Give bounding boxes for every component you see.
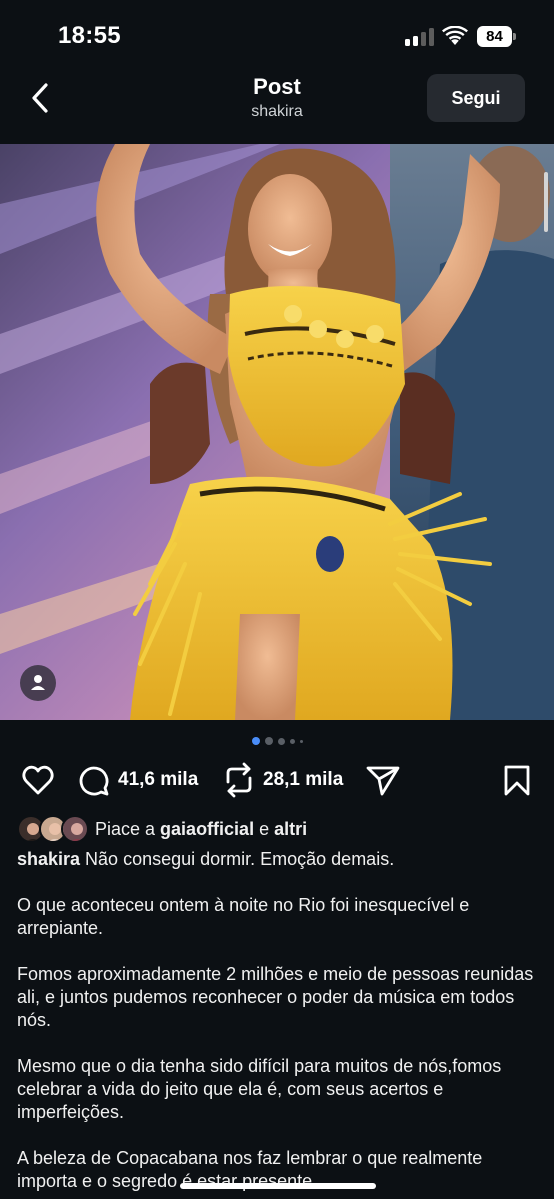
repost-icon[interactable]: [222, 758, 256, 802]
action-bar: 41,6 mila 28,1 mila: [0, 758, 554, 804]
share-send-icon[interactable]: [365, 758, 401, 802]
clock-time: 18:55: [58, 22, 121, 49]
scroll-indicator: [544, 172, 548, 232]
carousel-dot: [264, 737, 273, 745]
carousel-dot-active: [251, 737, 260, 745]
liked-by-username[interactable]: gaiaofficial: [160, 819, 254, 839]
caption-paragraph: Fomos aproximadamente 2 milhões e meio d…: [17, 964, 534, 1030]
carousel-dot: [299, 739, 303, 743]
caption-first-paragraph: shakira Não consegui dormir. Emoção dema…: [17, 848, 537, 871]
home-indicator[interactable]: [180, 1183, 376, 1189]
carousel-dots: [0, 737, 554, 747]
wifi-icon: [442, 26, 468, 45]
avatar: [61, 815, 89, 843]
caption-paragraph: O que aconteceu ontem à noite no Rio foi…: [17, 895, 470, 938]
liked-by-text: Piace a gaiaofficial e altri: [95, 819, 307, 840]
likes-prefix: Piace a: [95, 819, 161, 839]
likes-row[interactable]: Piace a gaiaofficial e altri: [17, 815, 537, 843]
post-caption: shakira Não consegui dormir. Emoção dema…: [17, 848, 537, 1199]
caption-first-line: Não consegui dormir. Emoção demais.: [80, 849, 395, 869]
post-header: Post shakira Segui: [0, 72, 554, 144]
caption-username[interactable]: shakira: [17, 849, 80, 869]
follow-button[interactable]: Segui: [427, 74, 525, 122]
carousel-dot: [289, 738, 295, 744]
battery-icon: 84: [477, 26, 517, 47]
caption-paragraph: Mesmo que o dia tenha sido difícil para …: [17, 1056, 502, 1122]
comments-count[interactable]: 41,6 mila: [118, 769, 198, 791]
post-photo[interactable]: [0, 144, 554, 720]
comment-bubble-icon[interactable]: [76, 758, 112, 802]
tagged-people-button[interactable]: [20, 665, 56, 701]
likes-middle: e: [254, 819, 275, 839]
person-icon: [31, 675, 45, 690]
like-heart-icon[interactable]: [20, 758, 56, 802]
status-bar: 18:55 84: [0, 0, 554, 72]
carousel-dot: [277, 737, 285, 745]
cellular-signal-icon: [405, 28, 435, 46]
bookmark-icon[interactable]: [502, 758, 532, 802]
battery-level: 84: [486, 28, 503, 45]
reposts-count[interactable]: 28,1 mila: [263, 769, 343, 791]
liked-by-others[interactable]: altri: [274, 819, 307, 839]
